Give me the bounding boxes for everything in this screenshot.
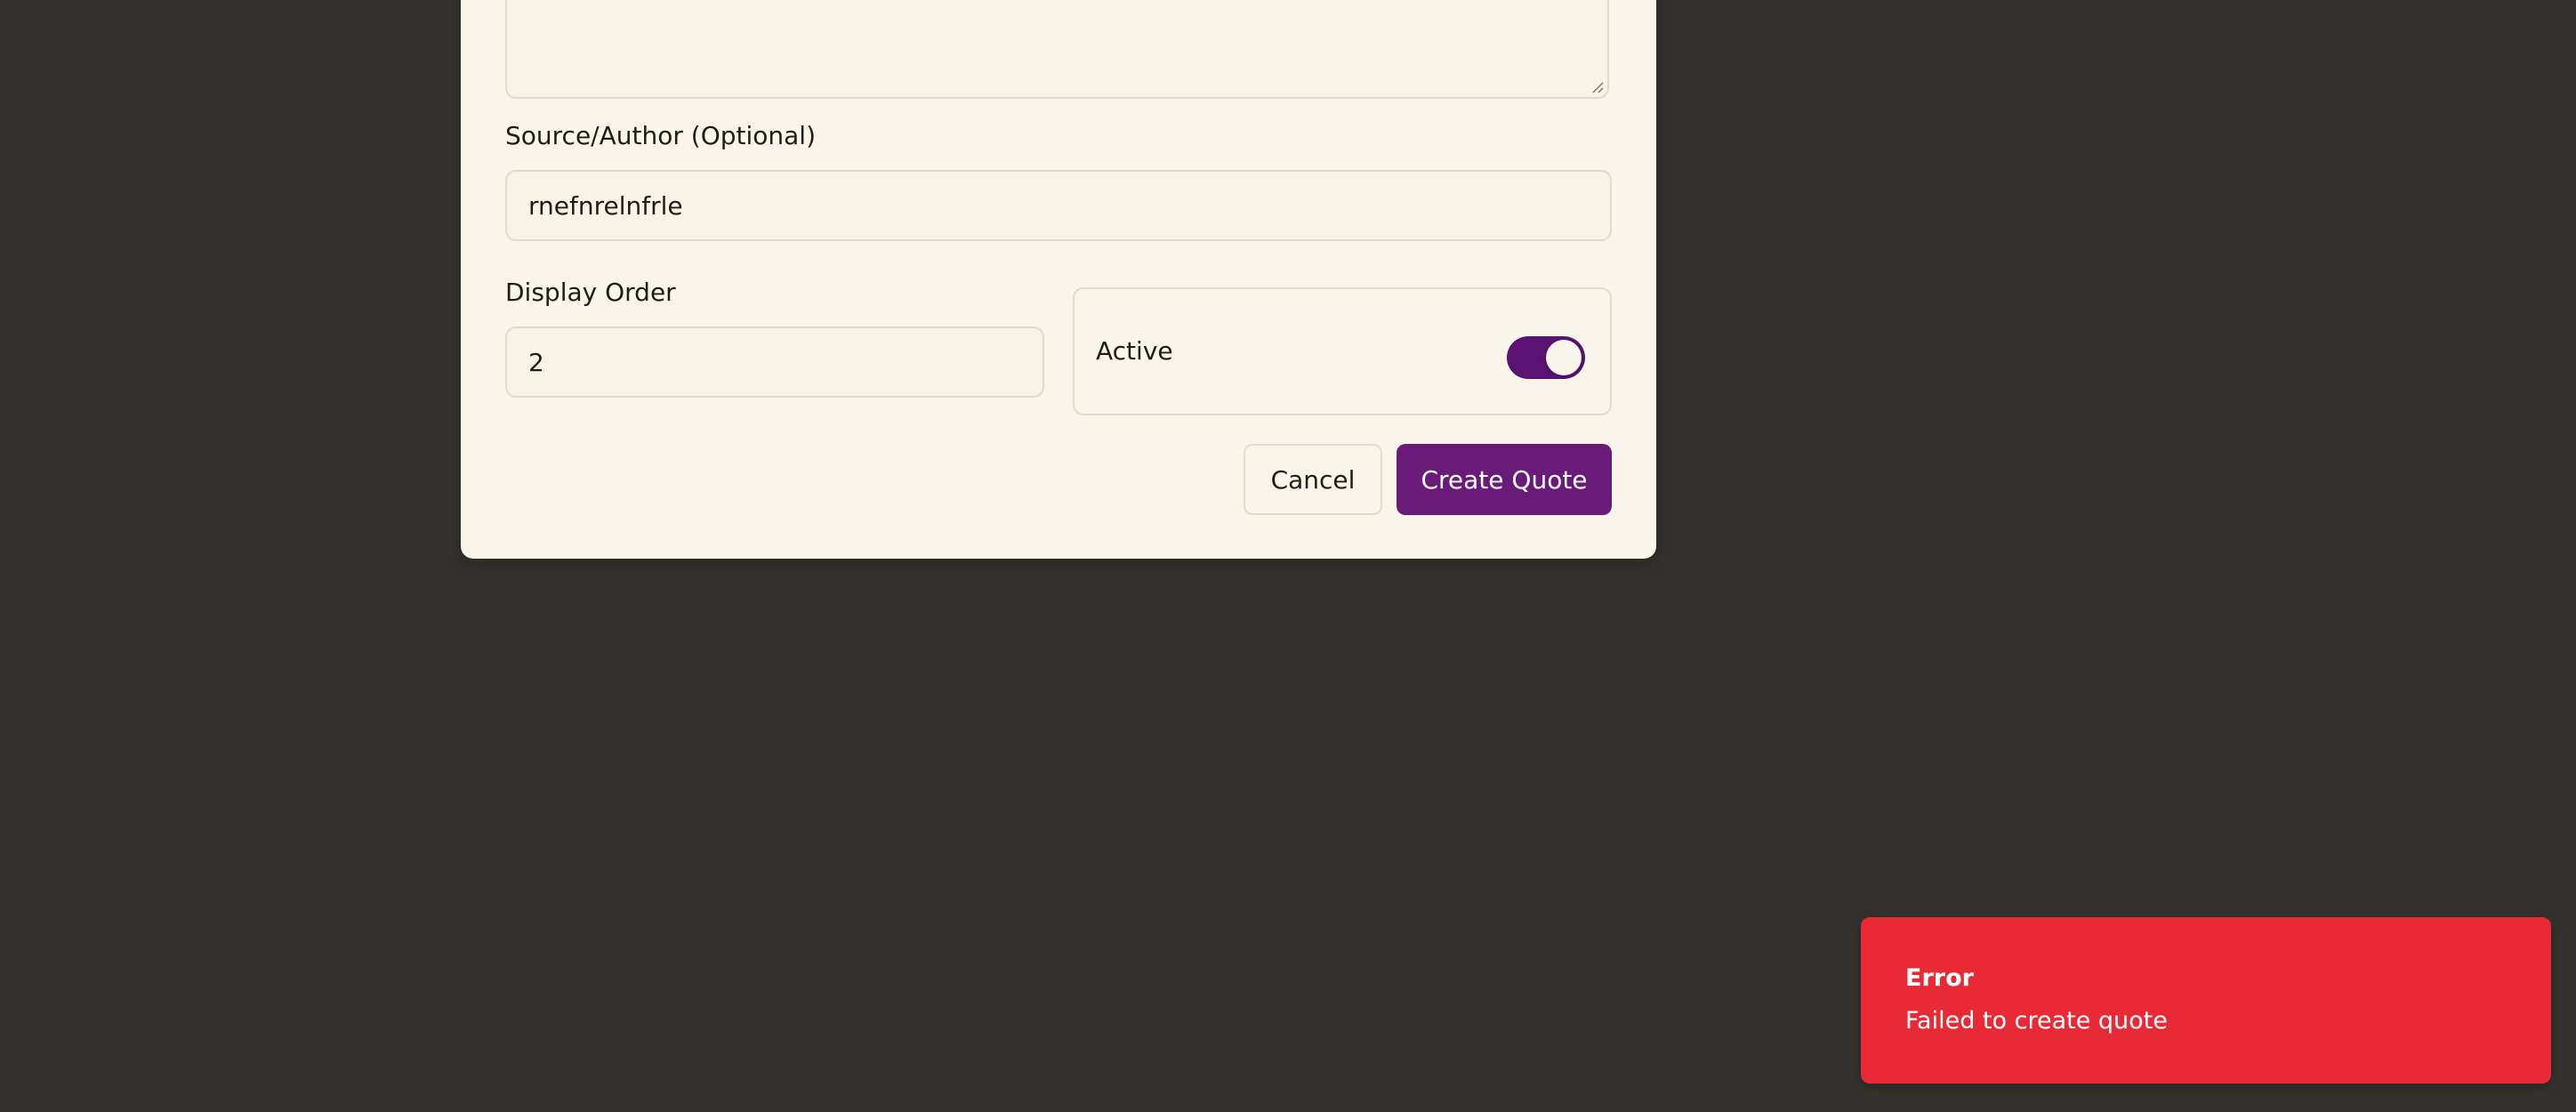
cancel-button[interactable]: Cancel <box>1244 444 1382 515</box>
source-author-label: Source/Author (Optional) <box>505 121 817 150</box>
error-toast[interactable]: Error Failed to create quote <box>1861 917 2551 1084</box>
toast-message: Failed to create quote <box>1905 1007 2168 1035</box>
create-quote-button[interactable]: Create Quote <box>1397 444 1612 515</box>
quote-text-textarea[interactable] <box>505 0 1609 99</box>
toggle-knob <box>1546 340 1582 375</box>
create-quote-dialog: Source/Author (Optional) rnefnrelnfrle D… <box>461 0 1656 559</box>
display-order-input[interactable]: 2 <box>505 326 1044 398</box>
display-order-label: Display Order <box>505 278 676 307</box>
source-author-input[interactable]: rnefnrelnfrle <box>505 170 1612 241</box>
active-toggle-switch[interactable] <box>1507 336 1585 379</box>
active-toggle-container: Active <box>1073 287 1612 415</box>
active-label: Active <box>1096 336 1173 366</box>
resize-handle-icon[interactable] <box>1590 80 1605 94</box>
toast-title: Error <box>1905 964 1974 992</box>
